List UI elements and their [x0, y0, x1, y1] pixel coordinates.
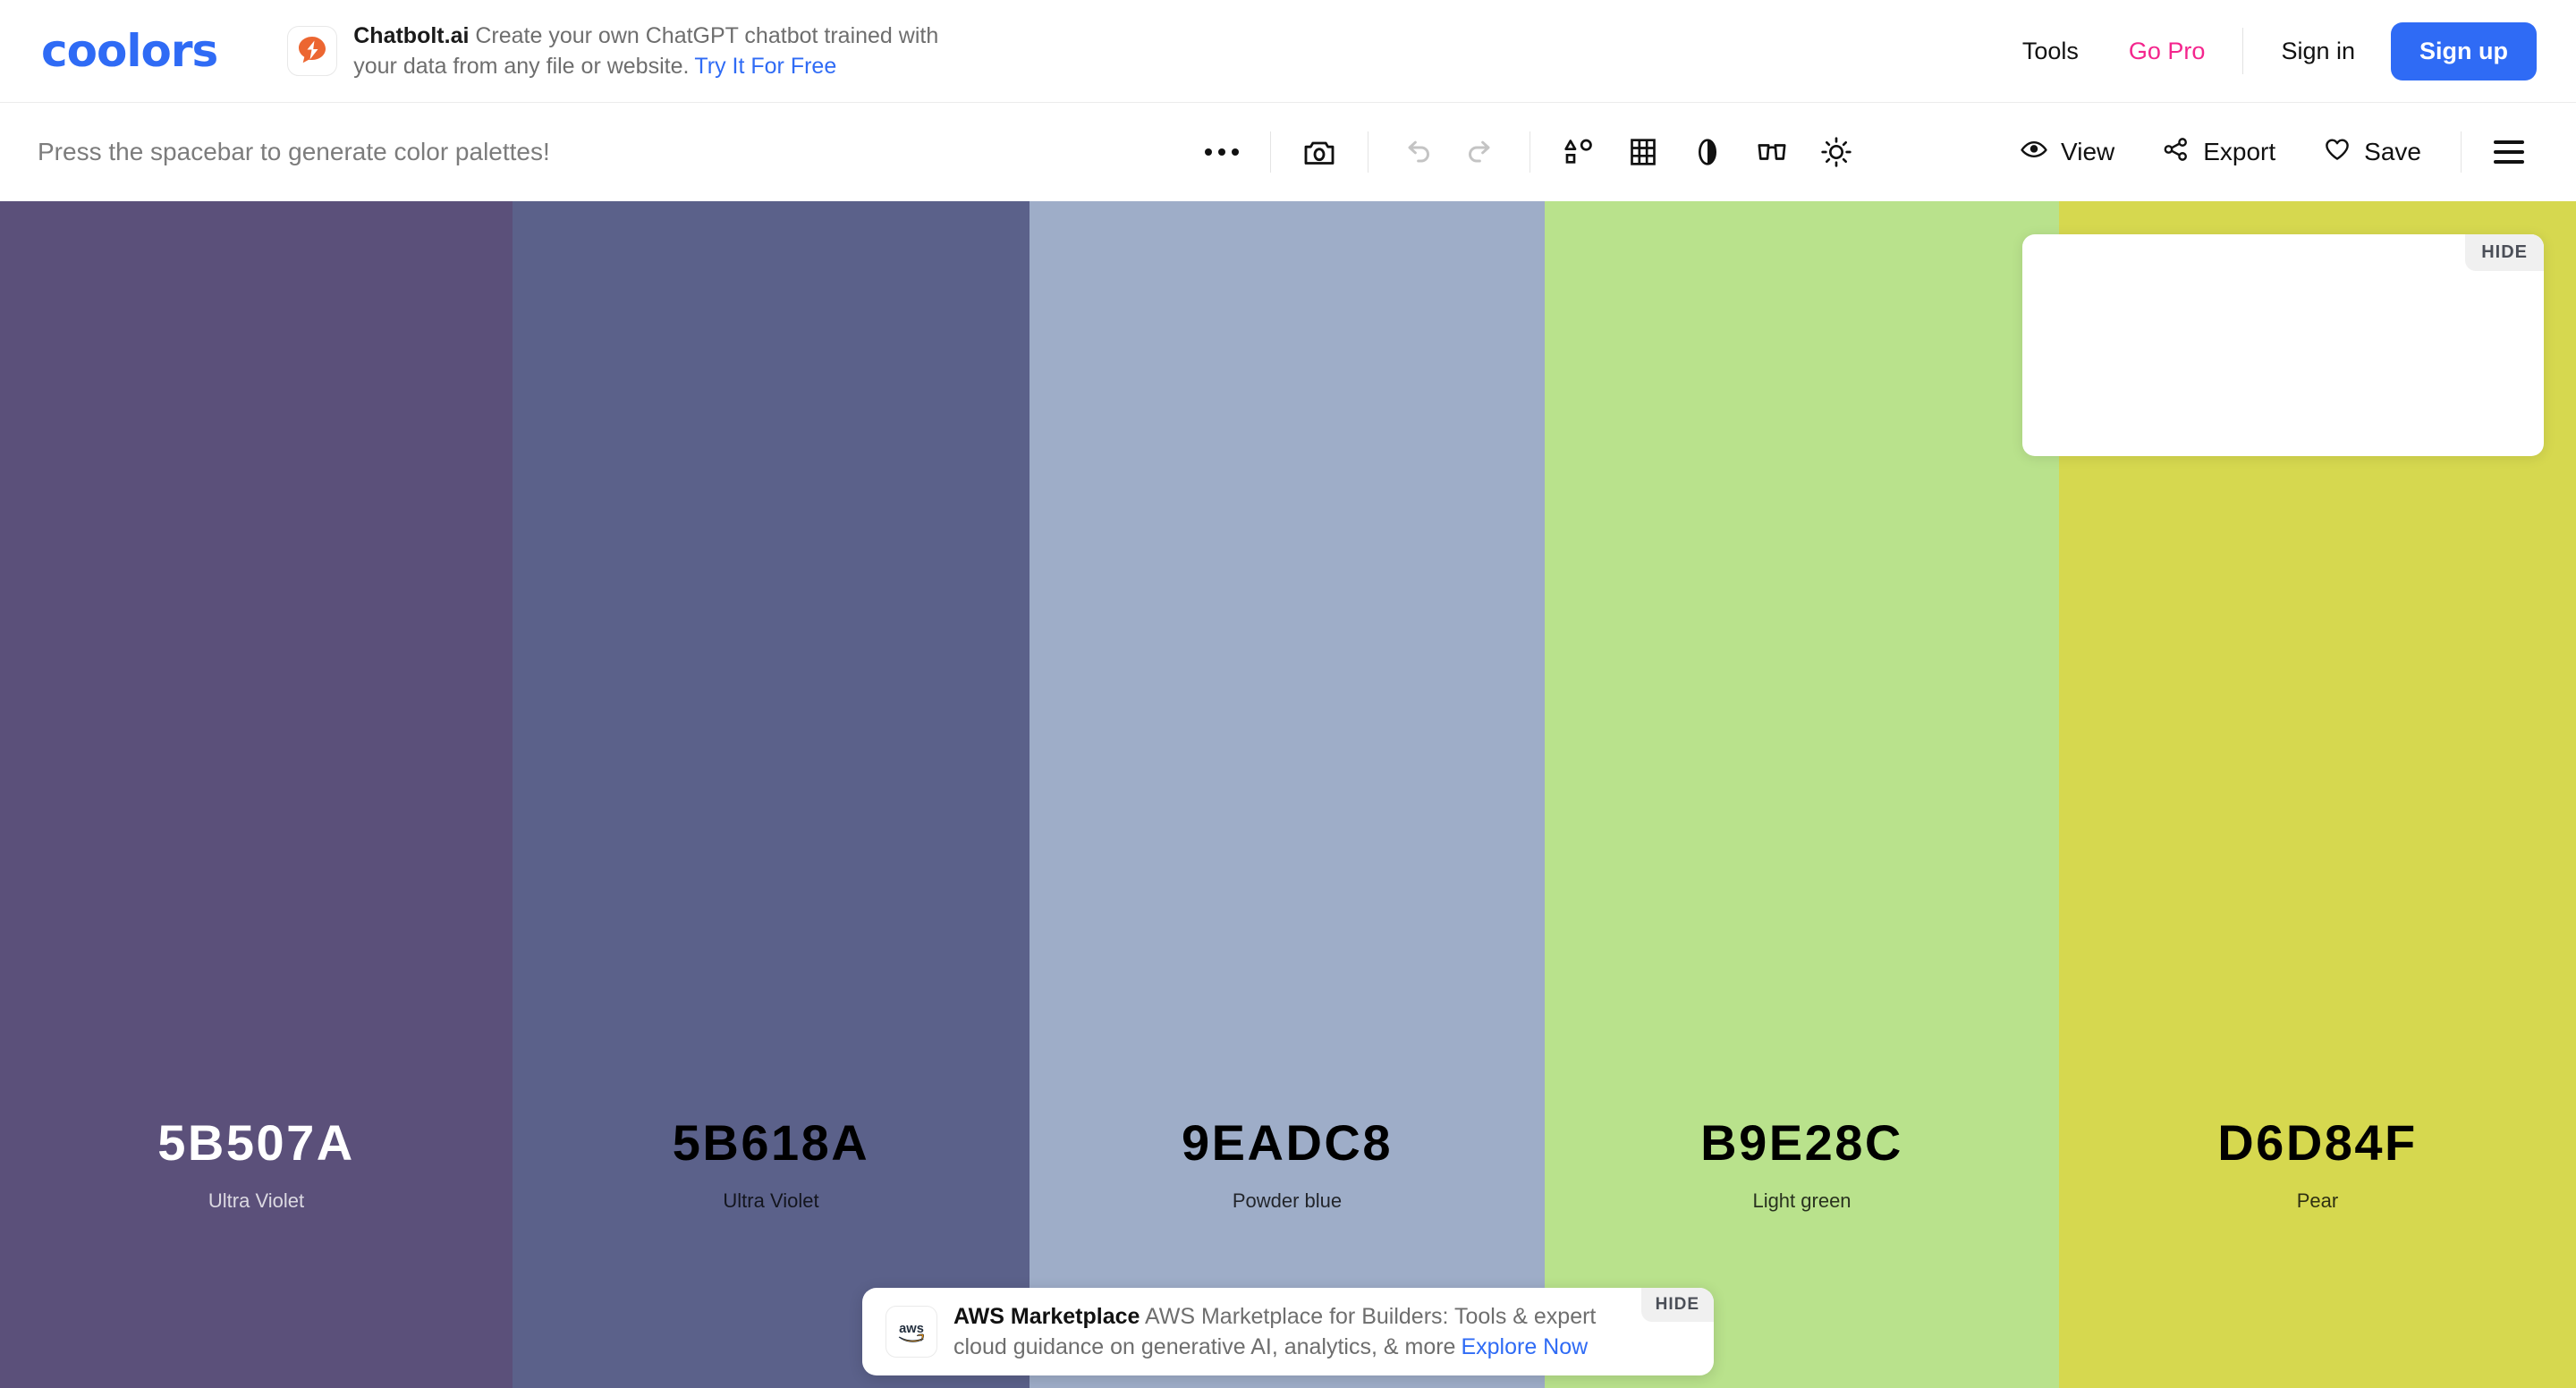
color-swatch[interactable]: 5B618A Ultra Violet: [513, 201, 1030, 1388]
export-label: Export: [2203, 138, 2276, 165]
swatch-hex-code[interactable]: 9EADC8: [1182, 1113, 1393, 1172]
redo-icon[interactable]: [1449, 120, 1513, 184]
undo-icon[interactable]: [1385, 120, 1449, 184]
toolbar-divider: [1270, 131, 1271, 173]
shapes-icon[interactable]: [1546, 120, 1611, 184]
site-header: coolors Chatbolt.ai Create your own Chat…: [0, 0, 2576, 103]
header-nav: Tools Go Pro Sign in Sign up: [1997, 21, 2537, 80]
chatbolt-promo-text: Chatbolt.ai Create your own ChatGPT chat…: [353, 21, 979, 81]
nav-tools[interactable]: Tools: [1997, 38, 2104, 65]
nav-sign-in[interactable]: Sign in: [2256, 38, 2380, 65]
floating-ad-hide-button[interactable]: HIDE: [2465, 234, 2544, 271]
editor-toolbar: Press the spacebar to generate color pal…: [0, 104, 2576, 200]
view-button[interactable]: View: [1996, 134, 2138, 171]
hamburger-menu-icon[interactable]: [2478, 140, 2540, 164]
nav-go-pro[interactable]: Go Pro: [2104, 38, 2231, 65]
aws-banner-text: AWS Marketplace AWS Marketplace for Buil…: [953, 1301, 1633, 1362]
color-swatch[interactable]: 5B507A Ultra Violet: [0, 201, 513, 1388]
nav-sign-up-button[interactable]: Sign up: [2391, 21, 2537, 80]
spacebar-hint-text: Press the spacebar to generate color pal…: [38, 138, 550, 165]
heart-icon: [2322, 134, 2352, 171]
swatch-color-name: Ultra Violet: [723, 1189, 819, 1212]
coolors-logo[interactable]: coolors: [41, 29, 218, 73]
glasses-icon[interactable]: [1740, 120, 1804, 184]
swatch-hex-code[interactable]: 5B507A: [157, 1113, 354, 1172]
aws-brand-name: AWS Marketplace: [953, 1304, 1140, 1329]
toolbar-tool-group: [1190, 104, 1868, 200]
swatch-color-name: Ultra Violet: [208, 1189, 305, 1212]
header-divider: [2242, 28, 2244, 74]
share-icon: [2161, 134, 2191, 171]
swatch-hex-code[interactable]: B9E28C: [1700, 1113, 1903, 1172]
swatch-hex-code[interactable]: D6D84F: [2217, 1113, 2418, 1172]
view-label: View: [2061, 138, 2115, 165]
swatch-color-name: Powder blue: [1232, 1189, 1343, 1212]
aws-logo-icon: aws: [886, 1306, 937, 1358]
chatbolt-cta-link[interactable]: Try It For Free: [694, 54, 836, 79]
grid-icon[interactable]: [1611, 120, 1675, 184]
chatbolt-brand-name: Chatbolt.ai: [353, 23, 470, 48]
chatbolt-lightning-icon: [287, 26, 338, 76]
chatbolt-promo-banner[interactable]: Chatbolt.ai Create your own ChatGPT chat…: [287, 21, 979, 81]
swatch-color-name: Pear: [2296, 1189, 2339, 1212]
toolbar-divider: [2461, 131, 2462, 173]
toolbar-action-group: View Export Save: [1996, 131, 2540, 173]
save-label: Save: [2364, 138, 2421, 165]
color-swatch[interactable]: 9EADC8 Powder blue: [1030, 201, 1545, 1388]
more-options-icon[interactable]: [1190, 120, 1254, 184]
brightness-icon[interactable]: [1804, 120, 1868, 184]
export-button[interactable]: Export: [2138, 134, 2299, 171]
color-swatch[interactable]: B9E28C Light green: [1545, 201, 2059, 1388]
swatch-hex-code[interactable]: 5B618A: [673, 1113, 869, 1172]
swatch-color-name: Light green: [1752, 1189, 1852, 1212]
floating-ad-panel: HIDE: [2022, 234, 2544, 456]
camera-icon[interactable]: [1287, 120, 1352, 184]
save-button[interactable]: Save: [2299, 134, 2445, 171]
contrast-icon[interactable]: [1675, 120, 1740, 184]
aws-marketplace-banner[interactable]: aws AWS Marketplace AWS Marketplace for …: [862, 1288, 1714, 1375]
aws-cta-link[interactable]: Explore Now: [1461, 1334, 1588, 1359]
eye-icon: [2019, 134, 2049, 171]
aws-banner-hide-button[interactable]: HIDE: [1640, 1288, 1714, 1322]
